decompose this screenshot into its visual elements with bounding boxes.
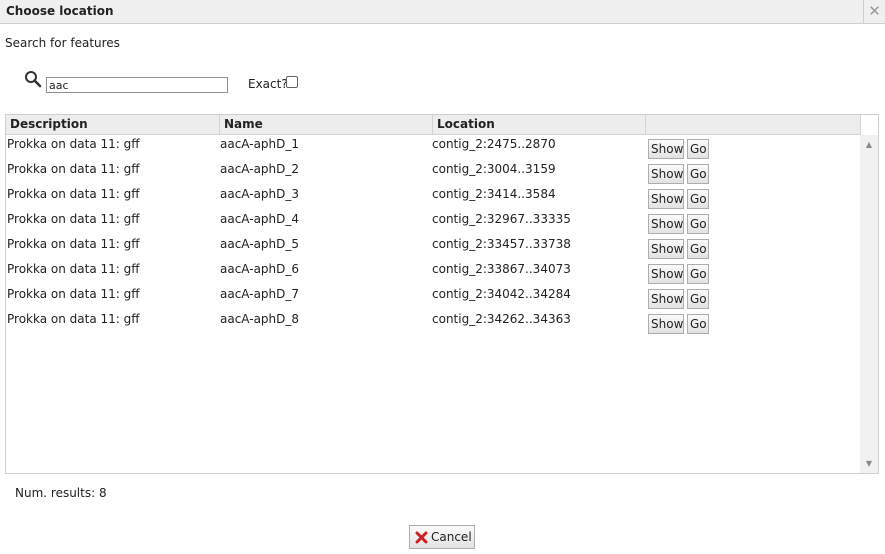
- column-header-location[interactable]: Location: [433, 115, 646, 135]
- go-button[interactable]: Go: [687, 189, 709, 209]
- search-section-label: Search for features: [5, 36, 120, 50]
- table-row[interactable]: Prokka on data 11: gff aacA-aphD_3 contig_…: [6, 185, 861, 210]
- table-row[interactable]: Prokka on data 11: gff aacA-aphD_5 contig_…: [6, 235, 861, 260]
- results-grid: Description Name Location Prokka on data…: [5, 114, 879, 474]
- column-header-actions: [646, 115, 861, 135]
- cell-description: Prokka on data 11: gff: [7, 187, 140, 201]
- table-row[interactable]: Prokka on data 11: gff aacA-aphD_7 contig_…: [6, 285, 861, 310]
- cancel-x-icon: [415, 531, 428, 544]
- cell-description: Prokka on data 11: gff: [7, 287, 140, 301]
- dialog-title: Choose location: [6, 4, 114, 18]
- go-button[interactable]: Go: [687, 164, 709, 184]
- cell-description: Prokka on data 11: gff: [7, 212, 140, 226]
- cell-name: aacA-aphD_6: [220, 262, 300, 276]
- vertical-scrollbar[interactable]: ▲ ▼: [860, 135, 878, 473]
- exact-label: Exact?: [248, 77, 288, 91]
- cell-location: contig_2:34042..34284: [432, 287, 571, 301]
- go-button[interactable]: Go: [687, 289, 709, 309]
- cell-name: aacA-aphD_5: [220, 237, 300, 251]
- cell-description: Prokka on data 11: gff: [7, 137, 140, 151]
- show-button[interactable]: Show: [648, 139, 684, 159]
- column-header-name[interactable]: Name: [220, 115, 433, 135]
- table-row[interactable]: Prokka on data 11: gff aacA-aphD_6 contig_…: [6, 260, 861, 285]
- cell-description: Prokka on data 11: gff: [7, 162, 140, 176]
- cell-name: aacA-aphD_8: [220, 312, 300, 326]
- table-row[interactable]: Prokka on data 11: gff aacA-aphD_1 contig_…: [6, 135, 861, 160]
- cell-name: aacA-aphD_2: [220, 162, 300, 176]
- table-row[interactable]: Prokka on data 11: gff aacA-aphD_2 contig_…: [6, 160, 861, 185]
- go-button[interactable]: Go: [687, 264, 709, 284]
- cell-description: Prokka on data 11: gff: [7, 312, 140, 326]
- show-button[interactable]: Show: [648, 264, 684, 284]
- exact-checkbox[interactable]: [286, 76, 298, 88]
- cell-description: Prokka on data 11: gff: [7, 237, 140, 251]
- go-button[interactable]: Go: [687, 314, 709, 334]
- cell-location: contig_2:33457..33738: [432, 237, 571, 251]
- cancel-label: Cancel: [431, 530, 472, 544]
- grid-header: Description Name Location: [6, 115, 861, 135]
- close-icon: ✕: [868, 2, 881, 20]
- cell-location: contig_2:32967..33335: [432, 212, 571, 226]
- table-row[interactable]: Prokka on data 11: gff aacA-aphD_8 contig_…: [6, 310, 861, 335]
- cell-location: contig_2:33867..34073: [432, 262, 571, 276]
- scroll-down-icon[interactable]: ▼: [860, 459, 878, 468]
- close-button[interactable]: ✕: [863, 0, 885, 23]
- num-results-text: Num. results: 8: [15, 486, 107, 500]
- cell-name: aacA-aphD_7: [220, 287, 300, 301]
- column-header-description[interactable]: Description: [6, 115, 220, 135]
- cell-location: contig_2:3414..3584: [432, 187, 556, 201]
- scroll-up-icon[interactable]: ▲: [860, 140, 878, 149]
- cell-location: contig_2:3004..3159: [432, 162, 556, 176]
- table-row[interactable]: Prokka on data 11: gff aacA-aphD_4 contig_…: [6, 210, 861, 235]
- go-button[interactable]: Go: [687, 239, 709, 259]
- search-input[interactable]: [46, 77, 228, 93]
- cell-location: contig_2:2475..2870: [432, 137, 556, 151]
- show-button[interactable]: Show: [648, 214, 684, 234]
- cancel-button[interactable]: Cancel: [409, 525, 475, 549]
- show-button[interactable]: Show: [648, 314, 684, 334]
- cell-name: aacA-aphD_1: [220, 137, 300, 151]
- cell-name: aacA-aphD_4: [220, 212, 300, 226]
- search-icon: [25, 71, 42, 88]
- cell-location: contig_2:34262..34363: [432, 312, 571, 326]
- cell-name: aacA-aphD_3: [220, 187, 300, 201]
- show-button[interactable]: Show: [648, 164, 684, 184]
- show-button[interactable]: Show: [648, 289, 684, 309]
- go-button[interactable]: Go: [687, 214, 709, 234]
- show-button[interactable]: Show: [648, 189, 684, 209]
- dialog-titlebar: Choose location ✕: [0, 0, 885, 24]
- go-button[interactable]: Go: [687, 139, 709, 159]
- cell-description: Prokka on data 11: gff: [7, 262, 140, 276]
- show-button[interactable]: Show: [648, 239, 684, 259]
